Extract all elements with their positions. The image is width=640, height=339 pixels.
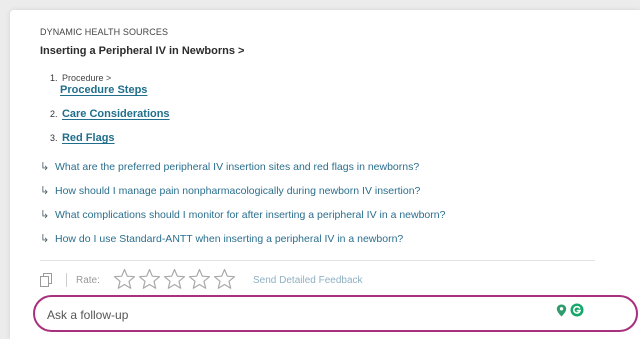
follow-up-item[interactable]: ↳ How do I use Standard-ANTT when insert… [40, 232, 403, 246]
section-item-2: 2. Care Considerations [50, 104, 170, 122]
follow-up-item[interactable]: ↳ What are the preferred peripheral IV i… [40, 160, 419, 174]
ask-follow-up-input[interactable] [47, 306, 527, 324]
star-outline-icon[interactable] [187, 268, 212, 290]
source-label: DYNAMIC HEALTH SOURCES [40, 27, 169, 37]
follow-up-text[interactable]: How do I use Standard-ANTT when insertin… [55, 233, 403, 245]
section-link-red-flags[interactable]: Red Flags [62, 132, 115, 144]
reply-arrow-icon: ↳ [40, 185, 50, 197]
follow-up-text[interactable]: How should I manage pain nonpharmacologi… [55, 185, 420, 197]
follow-up-item[interactable]: ↳ How should I manage pain nonpharmacolo… [40, 184, 420, 198]
star-outline-icon[interactable] [112, 268, 137, 290]
section-link-label[interactable]: Procedure Steps [60, 84, 147, 96]
toolbar-separator [66, 273, 67, 287]
location-pin-icon[interactable] [556, 304, 567, 317]
section-number: 2. [50, 109, 58, 119]
grammarly-icon[interactable] [570, 303, 584, 317]
reply-arrow-icon: ↳ [40, 161, 50, 173]
rate-label: Rate: [76, 275, 100, 286]
ask-follow-up-box[interactable] [33, 295, 638, 332]
star-outline-icon[interactable] [162, 268, 187, 290]
section-link-procedure-steps[interactable]: Procedure Steps [60, 80, 147, 98]
send-feedback-link[interactable]: Send Detailed Feedback [253, 275, 363, 286]
follow-up-item[interactable]: ↳ What complications should I monitor fo… [40, 208, 445, 222]
copy-icon[interactable] [40, 273, 52, 287]
follow-up-text[interactable]: What are the preferred peripheral IV ins… [55, 161, 419, 173]
star-outline-icon[interactable] [212, 268, 237, 290]
response-card [10, 10, 640, 339]
article-title-link[interactable]: Inserting a Peripheral IV in Newborns > [40, 45, 244, 57]
section-item-3: 3. Red Flags [50, 128, 115, 146]
section-number: 1. [50, 73, 58, 83]
follow-up-text[interactable]: What complications should I monitor for … [55, 209, 445, 221]
divider [40, 260, 595, 261]
star-outline-icon[interactable] [137, 268, 162, 290]
section-link-care-considerations[interactable]: Care Considerations [62, 108, 170, 120]
star-rating [112, 268, 237, 290]
reply-arrow-icon: ↳ [40, 209, 50, 221]
section-number: 3. [50, 133, 58, 143]
reply-arrow-icon: ↳ [40, 233, 50, 245]
